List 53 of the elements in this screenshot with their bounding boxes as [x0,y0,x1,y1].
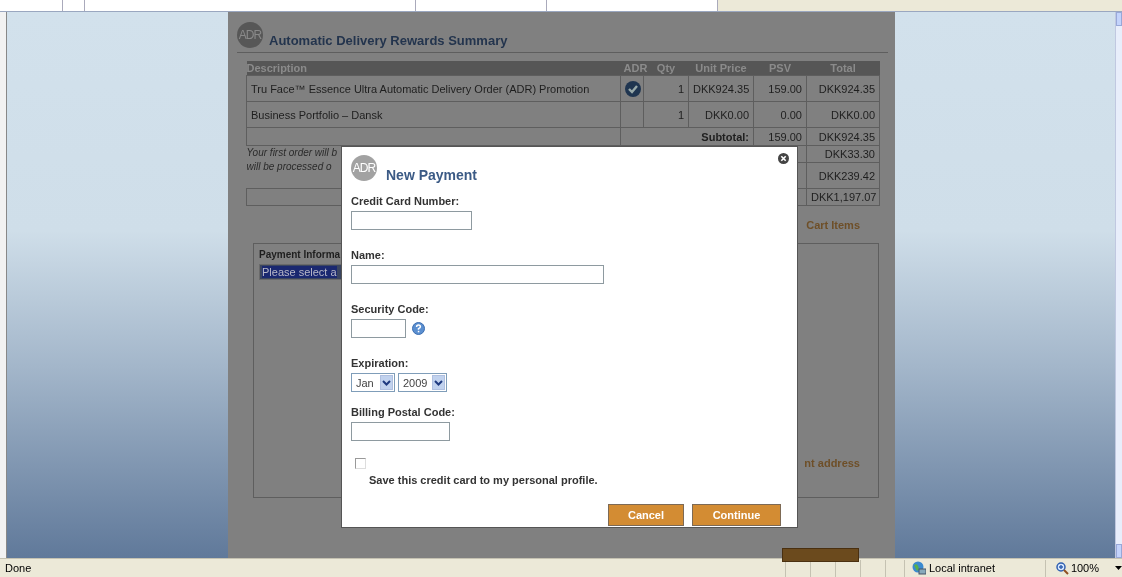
table-cell: 1 [643,75,689,102]
field-label: Security Code: [351,303,430,315]
summary-title: Automatic Delivery Rewards Summary [269,33,508,48]
cart-items-link[interactable]: Cart Items [806,219,860,231]
zoom-icon [1055,561,1069,575]
field-label: Expiration: [351,357,410,369]
table-cell: 0.00 [753,101,807,128]
security-zone: Local intranet [928,562,995,574]
table-cell: DKK239.42 [806,162,880,189]
scroll-down-button[interactable] [1116,544,1122,558]
globe-icon [910,561,926,575]
dialog-title: New Payment [386,167,478,183]
table-cell: DKK0.00 [688,101,754,128]
table-cell: 159.00 [753,127,807,146]
check-icon [625,80,641,97]
adr-logo: ADR [351,155,377,181]
dropdown-icon [1115,566,1122,570]
save-card-checkbox[interactable] [355,458,366,469]
address-link[interactable]: nt address [804,457,860,469]
close-icon[interactable] [778,153,789,164]
order-note: Your first order will b [246,146,338,160]
table-cell: Business Portfolio – Dansk [246,101,621,128]
month-select[interactable]: Jan [351,373,395,392]
caret-icon [382,379,391,386]
checkbox-label: Save this credit card to my personal profile. [369,474,598,486]
zoom-control[interactable]: 100% [1044,559,1122,577]
table-cell: DKK924.35 [806,75,880,102]
subtotal-label: Subtotal: [701,130,749,143]
postal-code-field[interactable] [351,422,450,441]
scroll-up-button[interactable] [1116,12,1122,26]
continue-button[interactable]: Continue [692,504,781,526]
table-cell: DKK0.00 [806,101,880,128]
field-label: Billing Postal Code: [351,406,456,418]
payment-title: Payment Informa [259,249,341,260]
table-cell: Tru Face™ Essence Ultra Automatic Delivery Order (ADR) Promotion [246,75,621,102]
status-text: Done [4,562,33,574]
year-select[interactable]: 2009 [398,373,447,392]
table-cell: 1 [643,101,689,128]
name-field[interactable] [351,265,604,284]
page-button[interactable] [782,548,859,562]
help-icon[interactable] [412,322,425,335]
caret-icon [434,379,444,386]
card-number-field[interactable] [351,211,472,230]
field-label: Name: [351,249,386,261]
table-cell: DKK924.35 [688,75,754,102]
table-cell: 159.00 [753,75,807,102]
table-cell: DKK33.30 [806,145,880,163]
order-note: will be processed o [246,160,332,174]
table-cell: DKK1,197.07 [806,188,880,206]
table-cell: DKK924.35 [806,127,880,146]
field-label: Credit Card Number: [351,195,461,207]
cancel-button[interactable]: Cancel [608,504,684,526]
security-code-field[interactable] [351,319,406,338]
